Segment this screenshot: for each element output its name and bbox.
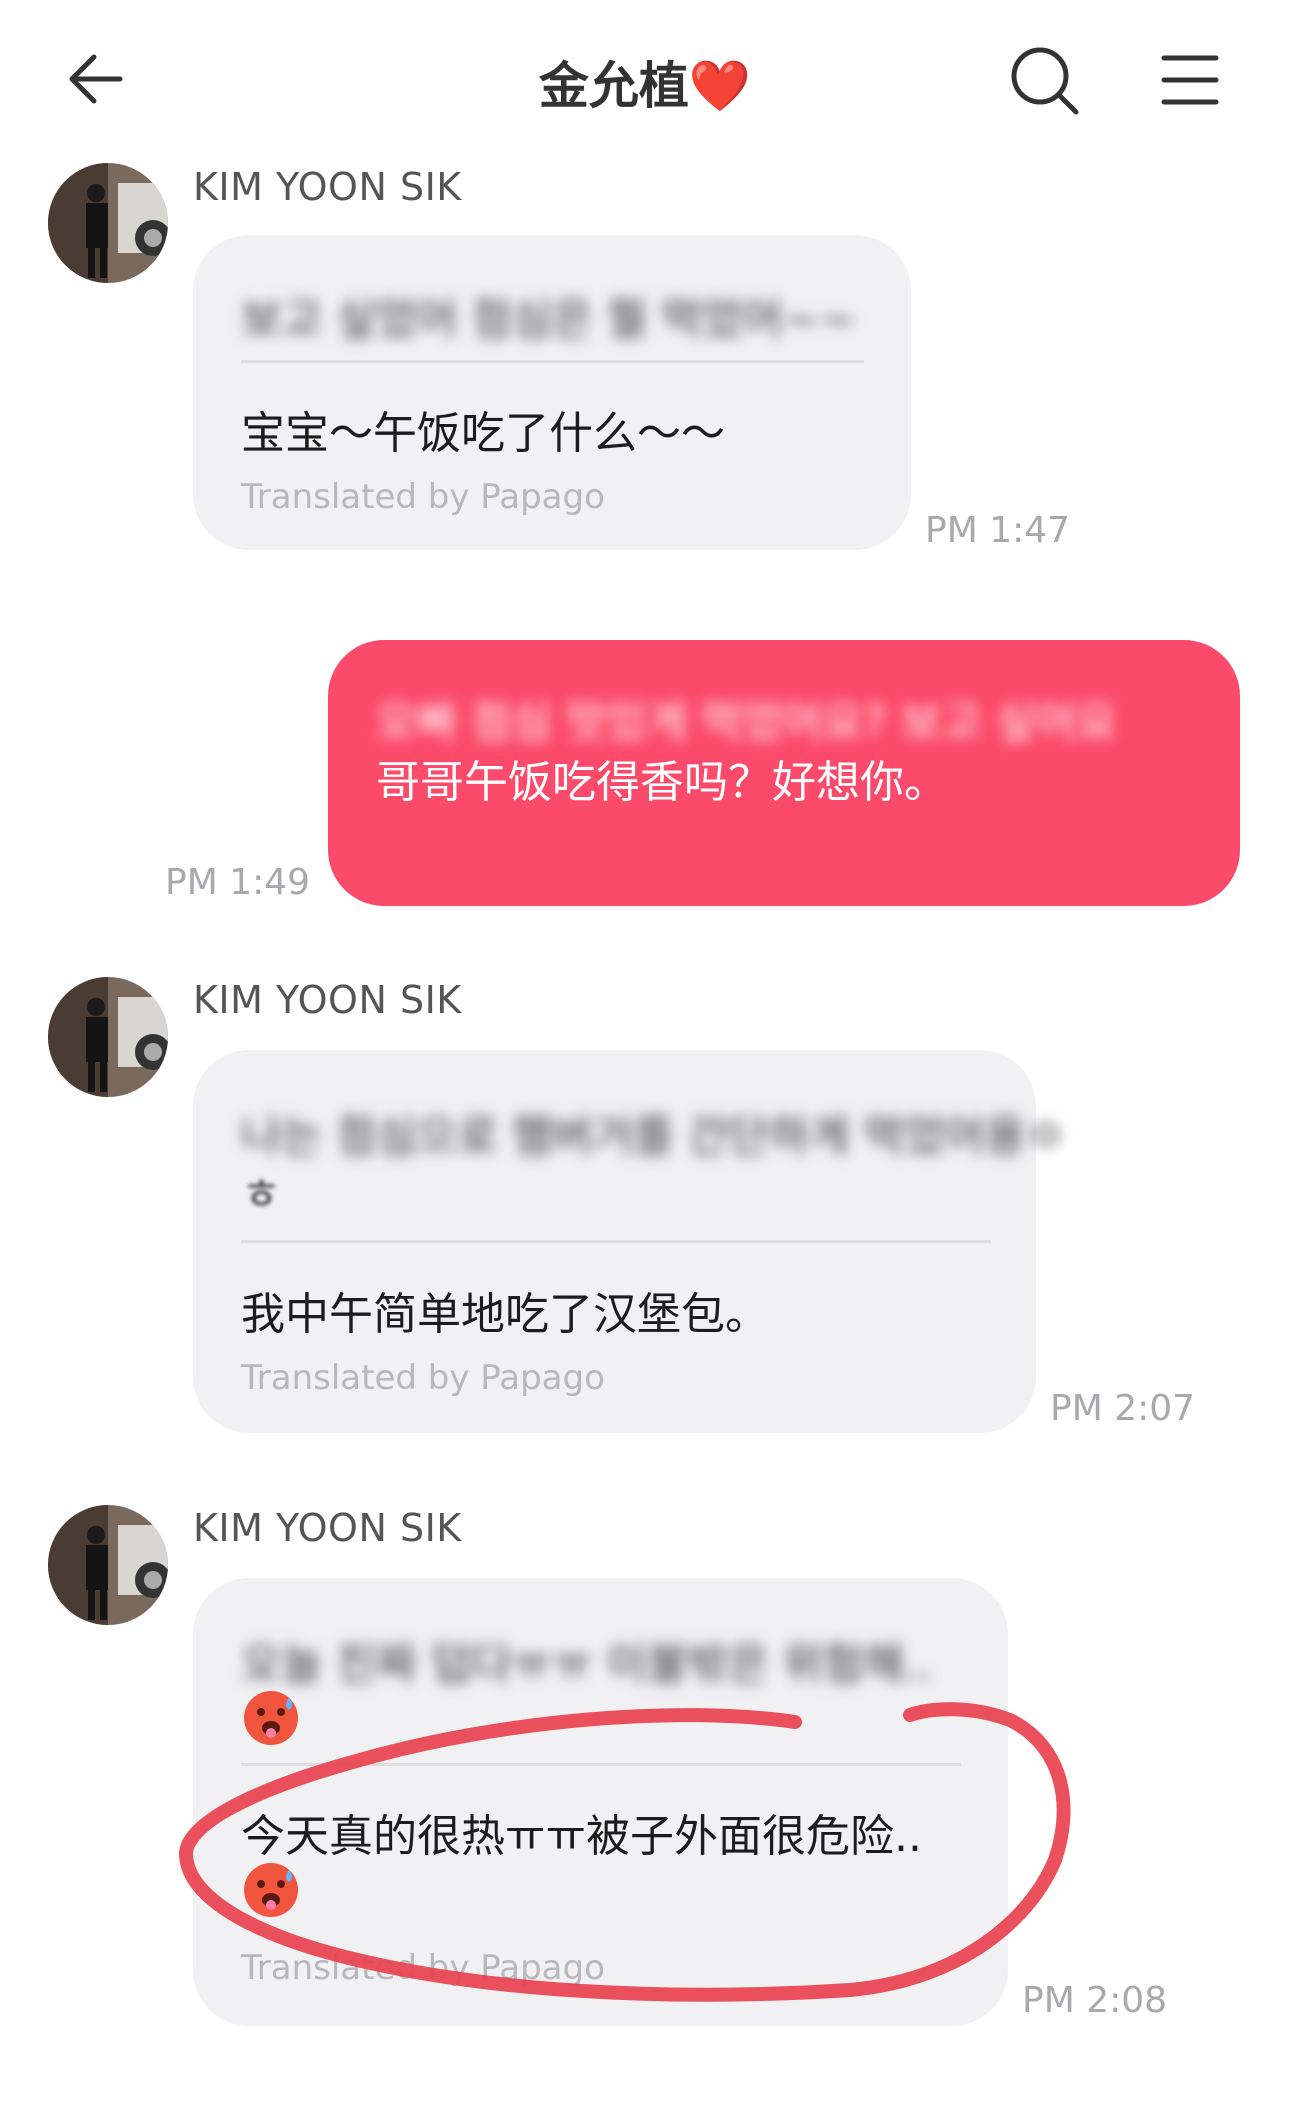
annotation-circle-icon xyxy=(179,1702,1071,2002)
